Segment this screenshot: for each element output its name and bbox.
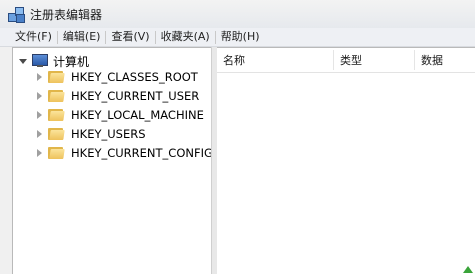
tree-item-hkey-users[interactable]: HKEY_USERS xyxy=(37,124,146,143)
tree-item-hkey-current-config[interactable]: HKEY_CURRENT_CONFIG xyxy=(37,143,213,162)
expand-arrow-icon[interactable] xyxy=(37,91,42,100)
column-header-data[interactable]: 数据 xyxy=(415,48,475,72)
menu-help[interactable]: 帮助(H) xyxy=(216,28,265,46)
registry-editor-window: 注册表编辑器 文件(F) 编辑(E) 查看(V) 收藏夹(A) 帮助(H) 计算… xyxy=(0,0,475,274)
collapse-arrow-icon[interactable] xyxy=(19,58,27,64)
column-header-label: 名称 xyxy=(223,54,245,67)
menu-bar: 文件(F) 编辑(E) 查看(V) 收藏夹(A) 帮助(H) xyxy=(0,28,475,47)
computer-icon xyxy=(31,54,49,68)
registry-tree[interactable]: 计算机 HKEY_CLASSES_ROOT HKEY_CURRENT_USER … xyxy=(12,47,213,274)
green-triangle-icon xyxy=(463,266,473,273)
menu-favorites[interactable]: 收藏夹(A) xyxy=(156,28,215,46)
tree-item-label: HKEY_USERS xyxy=(71,126,146,141)
tree-item-label: HKEY_CLASSES_ROOT xyxy=(71,69,198,84)
expand-arrow-icon[interactable] xyxy=(37,148,42,157)
expand-arrow-icon[interactable] xyxy=(37,129,42,138)
column-header-name[interactable]: 名称 xyxy=(217,48,333,72)
column-header-label: 类型 xyxy=(340,54,362,67)
menu-file[interactable]: 文件(F) xyxy=(10,28,57,46)
expand-arrow-icon[interactable] xyxy=(37,110,42,119)
folder-icon xyxy=(47,107,65,122)
column-header-label: 数据 xyxy=(421,54,443,67)
tree-item-label: HKEY_LOCAL_MACHINE xyxy=(71,107,204,122)
menu-edit[interactable]: 编辑(E) xyxy=(58,28,106,46)
expand-arrow-icon[interactable] xyxy=(37,72,42,81)
tree-item-hkey-current-user[interactable]: HKEY_CURRENT_USER xyxy=(37,86,199,105)
column-header-type[interactable]: 类型 xyxy=(334,48,414,72)
menu-view[interactable]: 查看(V) xyxy=(106,28,154,46)
list-header: 名称 类型 数据 xyxy=(217,48,475,73)
tree-item-label: HKEY_CURRENT_CONFIG xyxy=(71,145,213,160)
tree-item-label: HKEY_CURRENT_USER xyxy=(71,88,200,103)
folder-icon xyxy=(47,145,65,160)
registry-editor-icon xyxy=(8,6,25,23)
tree-item-hkey-classes-root[interactable]: HKEY_CLASSES_ROOT xyxy=(37,67,198,86)
folder-icon xyxy=(47,88,65,103)
window-title: 注册表编辑器 xyxy=(30,7,103,22)
tree-item-hkey-local-machine[interactable]: HKEY_LOCAL_MACHINE xyxy=(37,105,204,124)
folder-icon xyxy=(47,69,65,84)
folder-icon xyxy=(47,126,65,141)
values-list[interactable]: 名称 类型 数据 xyxy=(217,47,475,274)
title-bar[interactable]: 注册表编辑器 xyxy=(0,0,475,28)
